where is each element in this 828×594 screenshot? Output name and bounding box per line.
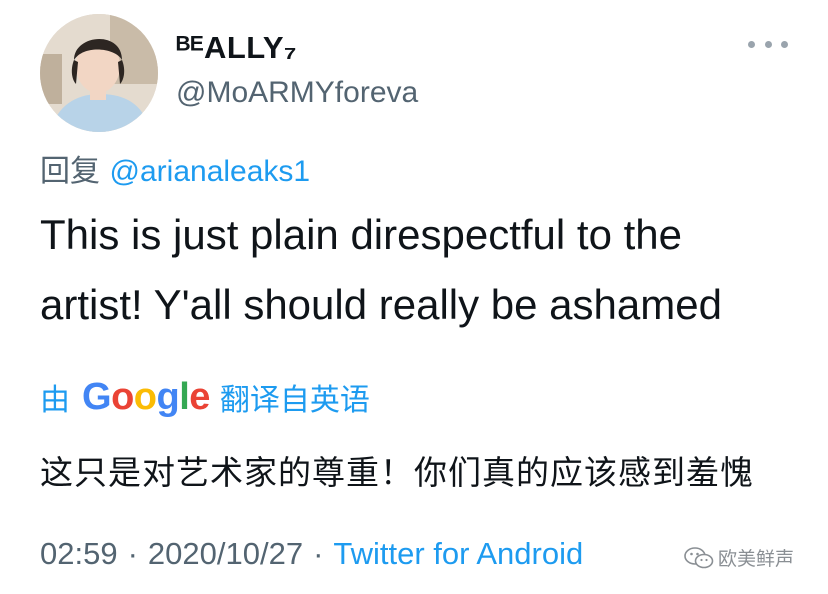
tweet-time[interactable]: 02:59 <box>40 536 118 572</box>
profile-photo-icon <box>40 14 158 132</box>
tweet-text: This is just plain direspectful to the a… <box>40 200 800 340</box>
translate-button[interactable]: 由 Google 翻译自英语 <box>40 375 370 419</box>
reply-context: 回复 @arianaleaks1 <box>40 146 310 190</box>
tweet-text-line: artist! Y'all should really be ashamed <box>40 281 722 328</box>
meta-separator: · <box>313 536 324 571</box>
tweet-meta: 02:59 · 2020/10/27 · Twitter for Android <box>40 536 583 572</box>
watermark-text: 欧美鲜声 <box>718 548 795 570</box>
translated-text: 这只是对艺术家的尊重！你们真的应该感到羞愧 <box>40 453 754 492</box>
watermark: 欧美鲜声 <box>684 544 794 571</box>
user-handle[interactable]: @MoARMYforeva <box>176 76 418 110</box>
reply-mention-link[interactable]: @arianaleaks1 <box>110 155 311 188</box>
google-logo: Google <box>82 375 210 418</box>
more-options-icon[interactable] <box>748 34 788 54</box>
translate-by-label: 由 <box>40 383 70 418</box>
tweet-text-line: This is just plain direspectful to the <box>40 211 682 258</box>
tweet-card: ᴮᴱALLY₇ @MoARMYforeva 回复 @arianaleaks1 T… <box>0 0 828 594</box>
tweet-source-link[interactable]: Twitter for Android <box>333 536 583 572</box>
meta-separator: · <box>127 536 138 571</box>
avatar[interactable] <box>40 14 158 132</box>
translate-action-label: 翻译自英语 <box>219 383 370 418</box>
wechat-icon <box>684 546 714 568</box>
reply-prefix: 回复 <box>40 154 110 189</box>
tweet-date[interactable]: 2020/10/27 <box>148 536 303 572</box>
display-name[interactable]: ᴮᴱALLY₇ <box>176 30 297 66</box>
